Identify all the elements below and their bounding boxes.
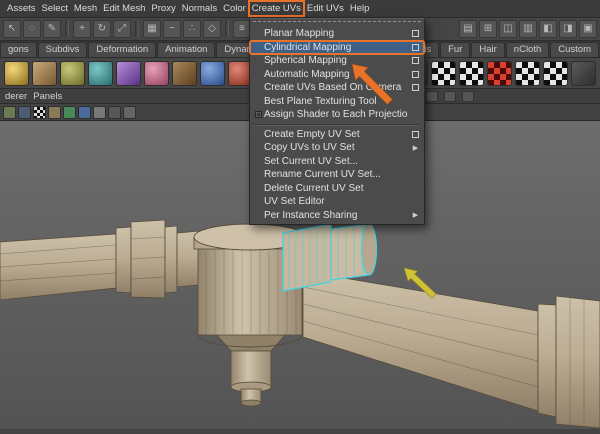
menu-item-spherical-mapping[interactable]: Spherical Mapping	[250, 54, 424, 68]
view-toolbar-icon[interactable]	[3, 105, 16, 119]
shelf-icon-checker-texture[interactable]	[543, 60, 568, 86]
shelf-icon-sphere[interactable]	[4, 60, 29, 86]
shelf-icon-red-checker-texture[interactable]	[487, 60, 512, 86]
menubar-item-assets[interactable]: Assets	[4, 1, 39, 16]
shelf-tab-animation[interactable]: Animation	[157, 42, 216, 57]
persp-outliner-layout-icon[interactable]: ◫	[499, 20, 517, 38]
view-toolbar-icon[interactable]	[48, 105, 61, 119]
option-box-icon[interactable]	[412, 84, 419, 92]
single-pane-layout-icon[interactable]: ▤	[459, 20, 477, 38]
menu-item-delete-current-uv-set[interactable]: Delete Current UV Set	[250, 182, 424, 196]
paint-select-tool-icon[interactable]: ✎	[43, 20, 61, 38]
main-menubar: Assets Select Mesh Edit Mesh Proxy Norma…	[0, 0, 600, 18]
panel-menu-panels[interactable]: Panels	[33, 91, 62, 102]
option-box-icon[interactable]	[412, 130, 419, 138]
menu-item-uv-set-editor[interactable]: UV Set Editor	[250, 195, 424, 209]
menu-item-cylindrical-mapping[interactable]: Cylindrical Mapping	[249, 39, 425, 55]
menubar-item-select[interactable]: Select	[39, 1, 71, 16]
shelf-icon-checker-texture[interactable]	[459, 60, 484, 86]
snap-point-icon[interactable]: ∴	[183, 20, 201, 38]
shelf-tab-subdivs[interactable]: Subdivs	[37, 42, 88, 57]
shelf-icon-cone[interactable]	[88, 60, 113, 86]
option-box-icon[interactable]	[412, 30, 419, 38]
maya-window: { "menubar": { "items": [ {"label": "Ass…	[0, 0, 600, 429]
menu-item-automatic-mapping[interactable]: Automatic Mapping	[250, 68, 424, 82]
submenu-arrow-icon: ▶	[412, 212, 419, 220]
scale-tool-icon[interactable]: ⤢	[113, 20, 131, 38]
view-toolbar-icon[interactable]	[78, 105, 91, 119]
menu-item-copy-uvs-to-uv-set[interactable]: Copy UVs to UV Set ▶	[250, 141, 424, 155]
shelf-tab-hair[interactable]: Hair	[471, 42, 505, 57]
checkbox-icon[interactable]	[255, 111, 262, 119]
view-toolbar-icon[interactable]	[33, 105, 46, 119]
shelf-tab-fur[interactable]: Fur	[440, 42, 471, 57]
menu-item-rename-current-uv-set[interactable]: Rename Current UV Set...	[250, 168, 424, 182]
snap-view-plane-icon[interactable]: ◇	[203, 20, 221, 38]
view-toolbar-icon[interactable]	[63, 105, 76, 119]
snap-grid-icon[interactable]: ▦	[143, 20, 161, 38]
panel-toolbar-icon[interactable]	[462, 90, 475, 102]
shelf-icon-plane[interactable]	[172, 60, 197, 86]
shelf-icon-checker-texture[interactable]	[515, 60, 540, 86]
toolbar-separator	[65, 21, 69, 37]
move-tool-icon[interactable]: +	[73, 20, 91, 38]
shelf-tab-deformation[interactable]: Deformation	[88, 42, 157, 57]
menubar-item-edit-uvs[interactable]: Edit UVs	[304, 1, 347, 16]
option-box-icon[interactable]	[412, 57, 419, 65]
view-toolbar-icon[interactable]	[18, 105, 31, 119]
create-uvs-dropdown: Planar Mapping Cylindrical Mapping Spher…	[249, 18, 425, 225]
shelf-icon-pipe[interactable]	[200, 60, 225, 86]
shelf-icon-cube[interactable]	[32, 60, 57, 86]
shelf-icon-material[interactable]	[571, 60, 596, 86]
menubar-item-proxy[interactable]: Proxy	[148, 1, 178, 16]
submenu-arrow-icon: ▶	[412, 144, 419, 152]
panel-toolbar-icon[interactable]	[444, 90, 457, 102]
lasso-tool-icon[interactable]: ◌	[23, 20, 41, 38]
menu-item-best-plane-texturing-tool[interactable]: Best Plane Texturing Tool	[250, 95, 424, 109]
menubar-item-help[interactable]: Help	[347, 1, 373, 16]
view-toolbar-icon[interactable]	[123, 105, 136, 119]
shelf-icon-cylinder[interactable]	[60, 60, 85, 86]
shelf-icon-subdiv-cube[interactable]	[116, 60, 141, 86]
panel-menu-renderer-partial[interactable]: derer	[5, 91, 27, 102]
toolbar-separator	[135, 21, 139, 37]
option-box-icon[interactable]	[412, 43, 419, 51]
menu-item-set-current-uv-set[interactable]: Set Current UV Set...	[250, 155, 424, 169]
menubar-item-mesh[interactable]: Mesh	[71, 1, 100, 16]
select-tool-icon[interactable]: ↖	[3, 20, 21, 38]
view-toolbar-icon[interactable]	[93, 105, 106, 119]
toolbar-separator	[225, 21, 229, 37]
menu-item-create-uvs-based-on-camera[interactable]: Create UVs Based On Camera	[250, 81, 424, 95]
shelf-icon-checker-texture[interactable]	[431, 60, 456, 86]
menu-separator	[253, 123, 421, 126]
script-editor-icon[interactable]: ▣	[579, 20, 597, 38]
menu-item-per-instance-sharing[interactable]: Per Instance Sharing ▶	[250, 209, 424, 223]
graph-editor-layout-icon[interactable]: ◧	[539, 20, 557, 38]
snap-curve-icon[interactable]: ~	[163, 20, 181, 38]
rotate-tool-icon[interactable]: ↻	[93, 20, 111, 38]
shelf-icon-torus[interactable]	[144, 60, 169, 86]
menu-item-assign-shader-to-each-projection[interactable]: Assign Shader to Each Projection	[250, 108, 424, 122]
menubar-item-color[interactable]: Color	[220, 1, 249, 16]
menubar-item-create-uvs[interactable]: Create UVs	[247, 0, 305, 17]
shelf-tab-ncloth[interactable]: nCloth	[505, 42, 550, 57]
shelf-tab-custom[interactable]: Custom	[550, 42, 599, 57]
hypershade-layout-icon[interactable]: ▥	[519, 20, 537, 38]
menubar-item-normals[interactable]: Normals	[179, 1, 220, 16]
menubar-item-edit-mesh[interactable]: Edit Mesh	[100, 1, 148, 16]
option-box-icon[interactable]	[412, 70, 419, 78]
right-pipe	[302, 270, 600, 429]
four-pane-layout-icon[interactable]: ⊞	[479, 20, 497, 38]
menu-item-create-empty-uv-set[interactable]: Create Empty UV Set	[250, 128, 424, 142]
menu-item-planar-mapping[interactable]: Planar Mapping	[250, 27, 424, 41]
view-toolbar-icon[interactable]	[108, 105, 121, 119]
menu-tearoff-handle[interactable]	[253, 21, 421, 26]
outliner-layout-icon[interactable]: ◨	[559, 20, 577, 38]
panel-toolbar-icon[interactable]	[426, 90, 439, 102]
shelf-tab-polygons-partial[interactable]: gons	[0, 42, 37, 57]
